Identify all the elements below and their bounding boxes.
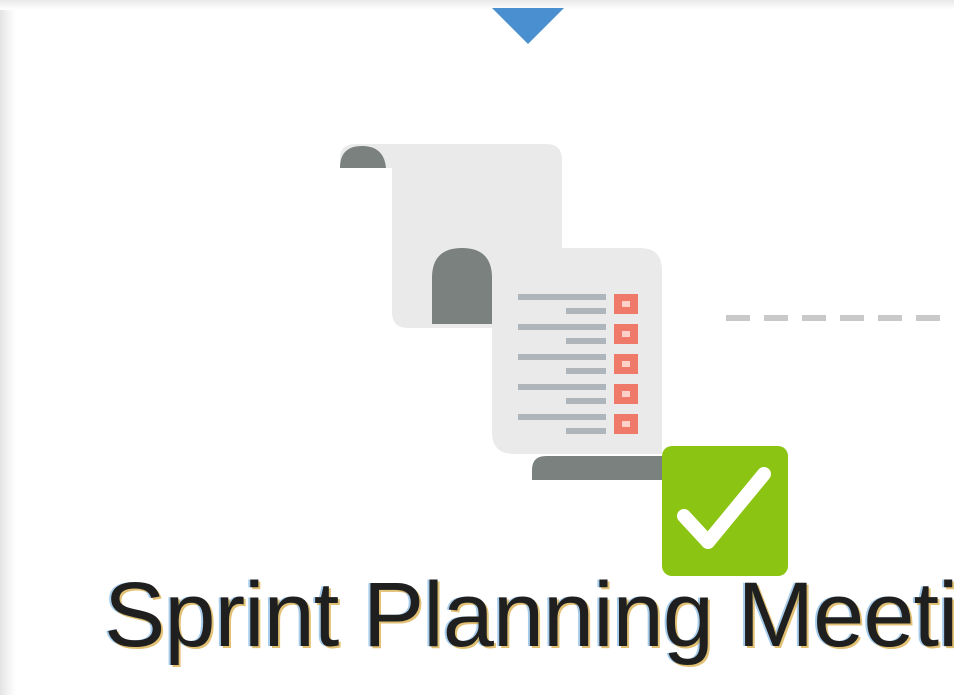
node-label: Sprint Planning Meeting [104, 564, 954, 666]
outgoing-connector [726, 315, 954, 321]
document-checklist-icon [340, 144, 788, 576]
checkmark-icon [662, 446, 788, 576]
sprint-planning-node[interactable] [336, 138, 792, 580]
incoming-arrow-icon [492, 8, 564, 44]
diagram-canvas: Sprint Planning Meeting [0, 0, 954, 695]
canvas-top-edge [0, 0, 954, 10]
